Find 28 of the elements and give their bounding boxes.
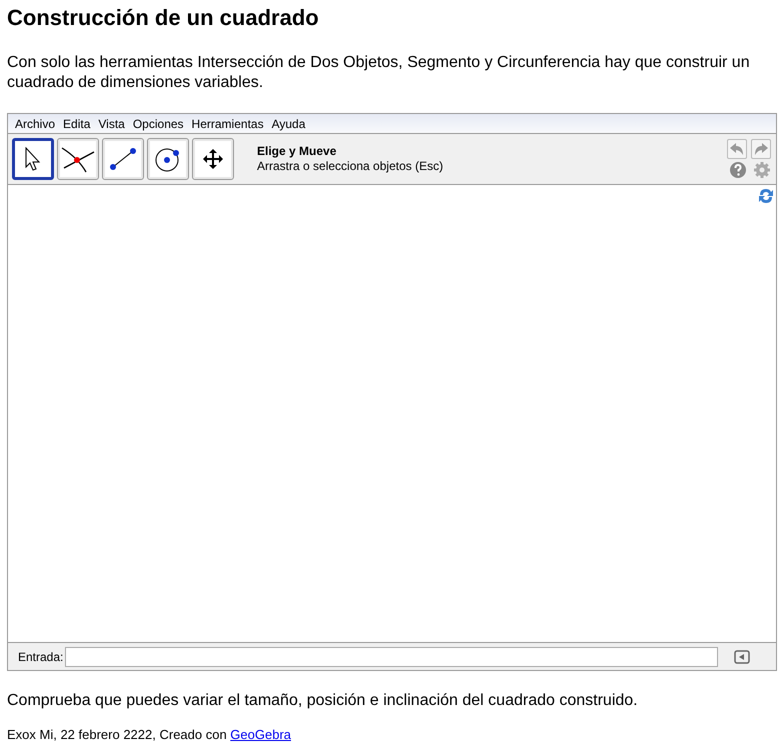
redo-button[interactable] — [751, 139, 771, 159]
menu-item[interactable]: Vista — [94, 116, 129, 130]
input-label: Entrada: — [18, 650, 64, 664]
menu-item[interactable]: Ayuda — [268, 116, 310, 130]
menu-item[interactable]: Archivo — [11, 116, 60, 130]
intro-paragraph: Con solo las herramientas Intersección de Dos Objetos, Segmento y Circunferencia hay que construir un cuadrado de dimensiones variables. — [7, 53, 751, 93]
tool-help: Arrastra o selecciona objetos (Esc) — [257, 159, 444, 174]
arrow-cursor-icon — [24, 147, 42, 171]
input-field[interactable] — [65, 646, 718, 666]
move-arrows-icon — [202, 148, 224, 170]
menu-item[interactable]: Herramientas — [188, 116, 268, 130]
geogebra-link[interactable]: GeoGebra — [230, 727, 291, 742]
tool-button[interactable] — [57, 138, 99, 180]
refresh-icon[interactable] — [758, 187, 774, 205]
tool-button[interactable] — [192, 138, 234, 180]
menu-item[interactable]: Opciones — [128, 116, 188, 130]
footer-text: Exox Mi, 22 febrero 2222, Creado con GeoGebra — [7, 727, 292, 743]
undo-button[interactable] — [727, 139, 747, 159]
keyboard-toggle-button[interactable] — [734, 650, 750, 664]
instruction-paragraph: Comprueba que puedes variar el tamaño, posición e inclinación del cuadrado construido. — [7, 691, 639, 711]
tool-button[interactable] — [102, 138, 144, 180]
tool-name: Elige y Mueve — [257, 144, 338, 159]
help-icon[interactable] — [729, 161, 747, 179]
page-title: Construcción de un cuadrado — [7, 4, 320, 32]
tool-button[interactable] — [12, 138, 54, 180]
tool-button[interactable] — [147, 138, 189, 180]
menu-item[interactable]: Edita — [59, 116, 94, 130]
segment-icon — [107, 145, 139, 173]
